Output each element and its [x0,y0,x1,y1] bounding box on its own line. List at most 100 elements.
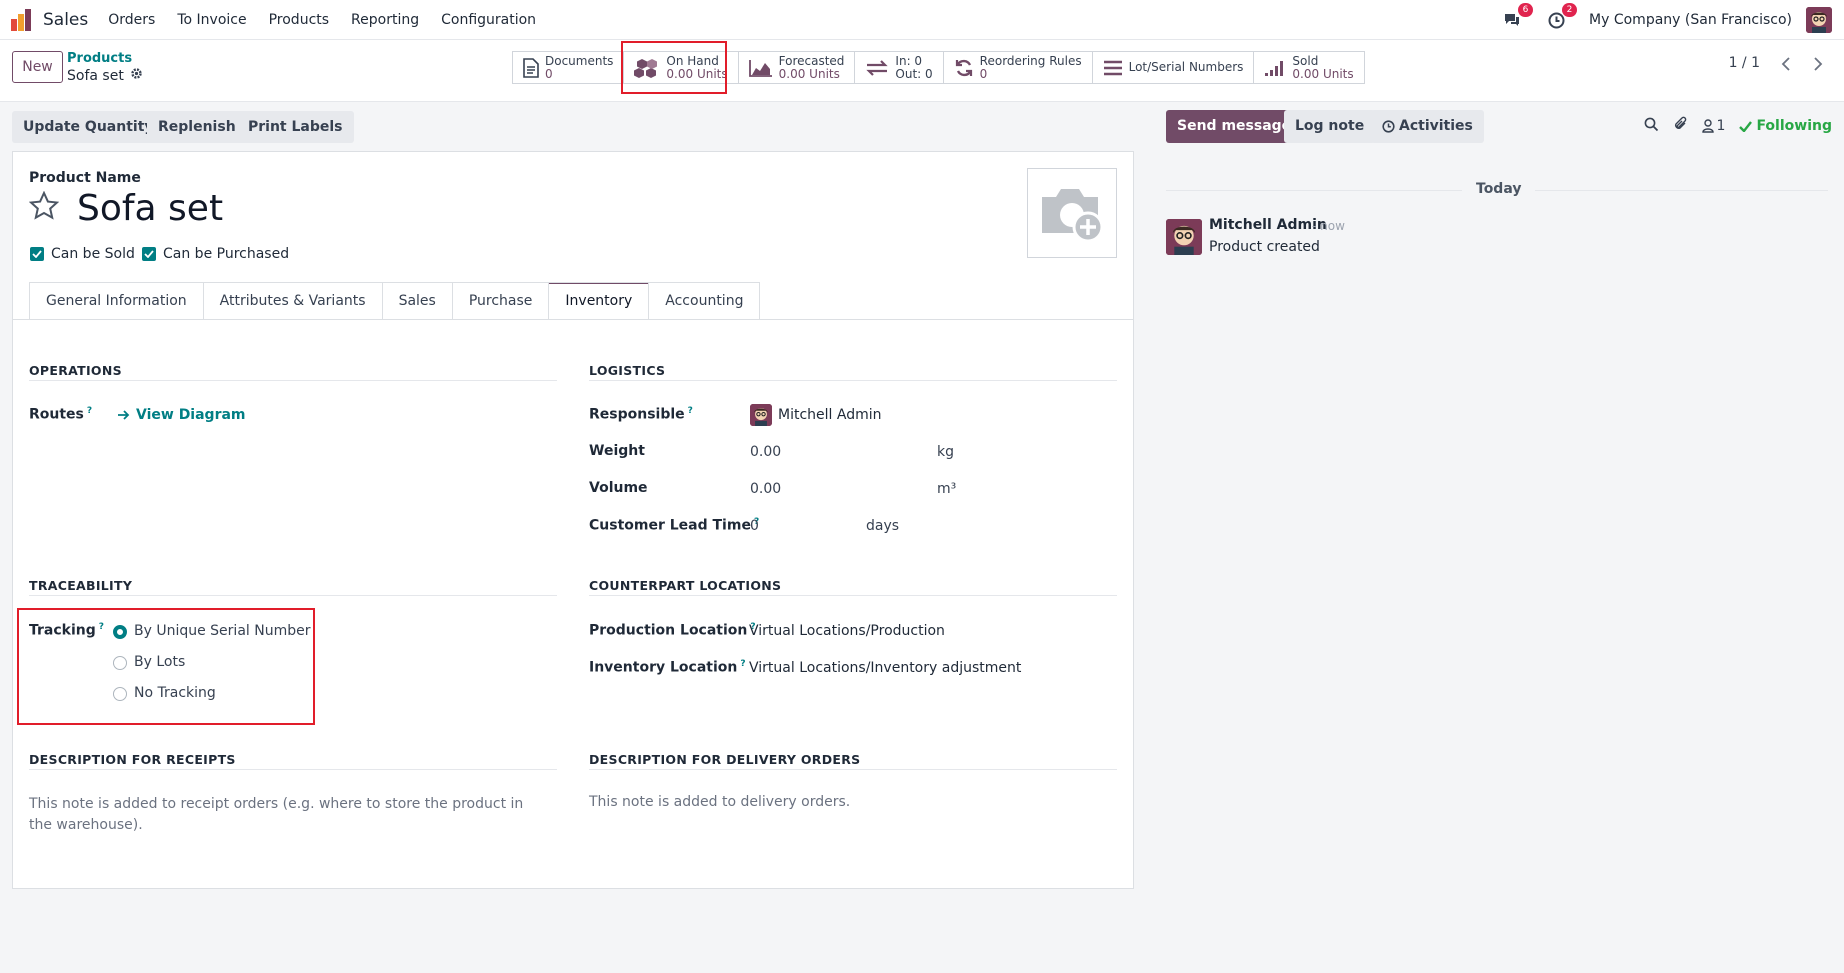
tracking-serial-label[interactable]: By Unique Serial Number [134,623,310,639]
lead-time-label-text: Customer Lead Time [589,517,751,534]
app-name[interactable]: Sales [43,10,88,30]
menu-to-invoice[interactable]: To Invoice [177,12,246,28]
section-divider [589,380,1117,381]
production-location-field[interactable]: Virtual Locations/Production [749,623,945,639]
star-icon[interactable] [28,190,60,225]
lot-serial-label: Lot/Serial Numbers [1128,60,1244,74]
tracking-none-radio[interactable] [113,687,127,701]
log-note-button[interactable]: Log note [1284,110,1376,143]
menu-products[interactable]: Products [269,12,329,28]
activities-label: Activities [1399,118,1473,134]
responsible-field[interactable]: Mitchell Admin [778,407,882,423]
activities-button[interactable]: Activities [1371,110,1484,143]
routes-label-text: Routes [29,406,84,423]
exchange-icon [865,59,889,77]
messages-badge: 6 [1518,3,1534,17]
lot-serial-button[interactable]: Lot/Serial Numbers [1093,52,1255,83]
in-count: In: 0 [895,53,923,68]
tracking-none-label[interactable]: No Tracking [134,685,216,701]
avatar[interactable] [1806,7,1832,33]
reordering-rules-value: 0 [979,66,988,81]
new-button[interactable]: New [12,51,63,83]
following-button[interactable]: Following [1739,118,1832,134]
clock-icon[interactable]: 2 [1545,3,1578,31]
lead-time-unit: days [866,518,900,534]
section-divider [29,769,557,770]
lead-time-label: Customer Lead Time? [589,517,759,534]
gear-icon[interactable] [130,67,143,84]
tracking-lots-label[interactable]: By Lots [134,654,185,670]
tab-inventory[interactable]: Inventory [548,282,649,320]
avatar[interactable] [1166,219,1202,255]
view-diagram-label: View Diagram [136,407,246,423]
paperclip-icon[interactable] [1673,116,1688,136]
update-quantity-button[interactable]: Update Quantity [12,111,165,143]
help-icon[interactable]: ? [740,659,745,669]
user-icon [1701,119,1714,133]
production-location-label-text: Production Location [589,622,748,639]
message-author[interactable]: Mitchell Admin [1209,217,1327,233]
lead-time-field[interactable]: 0 [750,518,759,534]
can-be-sold-checkbox[interactable] [30,247,44,261]
help-icon[interactable]: ? [99,622,104,632]
date-separator-label: Today [1462,181,1536,197]
view-diagram-link[interactable]: View Diagram [117,407,246,423]
following-label: Following [1756,118,1832,134]
weight-field[interactable]: 0.00 [750,444,781,460]
forecasted-label: Forecasted [778,53,845,68]
pager-previous-button[interactable] [1772,50,1800,78]
product-name-field[interactable]: Sofa set [77,188,223,229]
responsible-label-text: Responsible [589,406,685,423]
desc-delivery-field[interactable]: This note is added to delivery orders. [589,794,850,810]
followers-button[interactable]: 1 [1701,118,1726,134]
tab-general-information[interactable]: General Information [29,282,203,320]
weight-label: Weight [589,443,645,459]
company-switcher[interactable]: My Company (San Francisco) [1589,12,1792,28]
tracking-lots-radio[interactable] [113,656,127,670]
chat-icon[interactable]: 6 [1501,3,1534,31]
pager-value[interactable]: 1 / 1 [1729,55,1760,71]
avatar [750,404,772,426]
sold-button[interactable]: Sold 0.00 Units [1254,52,1363,83]
app-logo-icon[interactable] [11,8,33,31]
followers-count: 1 [1716,118,1726,134]
menu-reporting[interactable]: Reporting [351,12,419,28]
tracking-serial-radio[interactable] [113,625,127,639]
on-hand-label: On Hand [666,53,719,68]
help-icon[interactable]: ? [688,406,693,416]
reordering-rules-button[interactable]: Reordering Rules 0 [944,52,1093,83]
breadcrumb-parent[interactable]: Products [67,51,132,66]
search-icon[interactable] [1644,117,1659,136]
arrow-right-icon [118,410,130,420]
on-hand-button[interactable]: On Hand 0.00 Units [624,52,739,83]
help-icon[interactable]: ? [87,406,92,416]
bars-icon [1103,60,1123,76]
in-out-button[interactable]: In: 0 Out: 0 [855,52,944,83]
tracking-label-text: Tracking [29,622,96,639]
pager-next-button[interactable] [1804,50,1832,78]
inventory-location-field[interactable]: Virtual Locations/Inventory adjustment [749,660,1021,676]
tab-sales[interactable]: Sales [381,282,452,320]
logistics-title: LOGISTICS [589,363,666,378]
replenish-button[interactable]: Replenish [147,111,247,143]
tab-purchase[interactable]: Purchase [451,282,549,320]
menu-orders[interactable]: Orders [108,12,155,28]
form-sheet: Product Name Sofa set Can be Sold Can be… [12,151,1134,889]
product-image-upload[interactable] [1027,168,1117,258]
reordering-rules-label: Reordering Rules [979,53,1082,68]
tab-accounting[interactable]: Accounting [648,282,761,320]
volume-field[interactable]: 0.00 [750,481,781,497]
operations-title: OPERATIONS [29,363,122,378]
volume-label: Volume [589,480,648,496]
can-be-purchased-checkbox[interactable] [142,247,156,261]
print-labels-button[interactable]: Print Labels [237,111,354,143]
forecasted-button[interactable]: Forecasted 0.00 Units [739,52,856,83]
menu-configuration[interactable]: Configuration [441,12,536,28]
desc-receipts-field[interactable]: This note is added to receipt orders (e.… [29,794,529,836]
camera-plus-icon [1042,189,1104,243]
area-chart-icon [748,59,773,77]
documents-button[interactable]: Documents 0 [513,52,625,83]
send-message-button[interactable]: Send message [1166,110,1303,143]
tab-attributes-variants[interactable]: Attributes & Variants [202,282,382,320]
signal-icon [1264,59,1286,77]
